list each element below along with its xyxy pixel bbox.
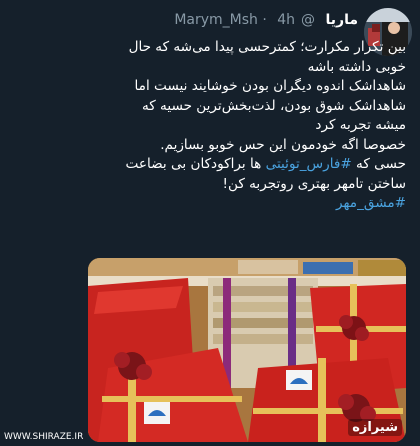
timestamp[interactable]: 4h [277,12,295,28]
tweet[interactable]: ماریا @Marym_Msh · 4h بین تکرار مکرارت؛ … [0,0,420,446]
tweet-text-segment: ساختن تامهر بهتری روتجربه کن! [222,175,406,192]
tweet-line: ساختن تامهر بهتری روتجربه کن! [14,175,406,195]
separator-dot: · [262,12,267,28]
watermark-url: WWW.SHIRAZE.IR [4,432,84,442]
gift-packages-image [88,258,406,442]
tweet-line: حسی که #فارس_توئیتی ها براکودکان بی بضاع… [14,155,406,175]
display-name[interactable]: ماریا [326,12,359,28]
tweet-line: خصوصا اگه خودمون این حس خوبو بسازیم. [160,136,406,153]
watermark-logo-text: شیرازه [348,419,402,436]
hashtag-link[interactable]: #مشق_مهر [14,194,406,214]
tweet-media-photo[interactable]: شیرازه [88,258,406,442]
tweet-line: بین تکرار مکرارت؛ کمترحسی پیدا می‌شه که … [128,39,406,55]
tweet-line: شاهداشک اندوه دیگران بودن خوشایند نیست ا… [134,78,406,94]
hashtag-link[interactable]: #فارس_توئیتی [266,156,352,172]
tweet-text-segment: ها براکودکان بی بضاعت [125,156,266,172]
tweet-header: ماریا @Marym_Msh · 4h [8,10,358,30]
tweet-text: بین تکرار مکرارت؛ کمترحسی پیدا می‌شه که … [14,38,406,214]
tweet-line: شاهداشک شوق بودن، لذت‌بخش‌ترین حسیه که [141,97,406,114]
tweet-line: میشه تجربه کرد [315,117,406,133]
tweet-line: خوبی داشته باشه [307,58,406,75]
tweet-text-segment: حسی که [351,156,406,172]
